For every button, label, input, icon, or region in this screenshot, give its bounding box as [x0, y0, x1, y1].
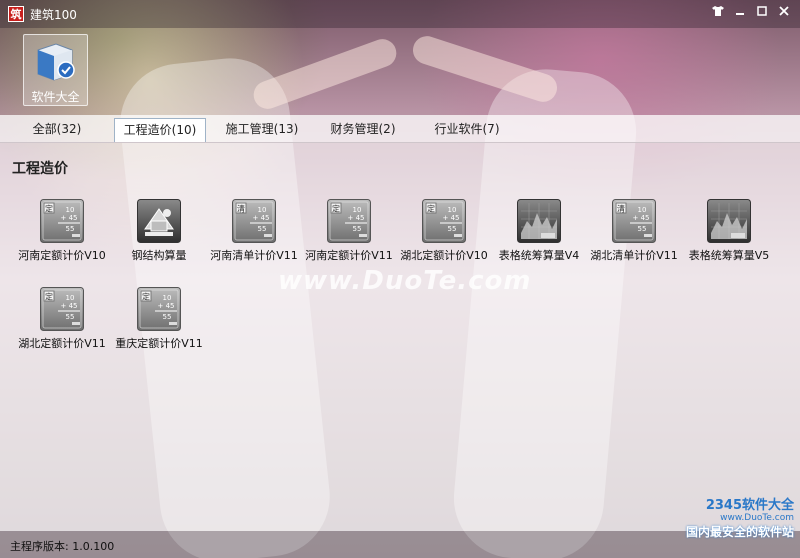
tab-construction-management[interactable]: 施工管理(13) — [220, 118, 304, 142]
app-item[interactable]: 定 10 + 45 55 重庆定额计价V11 — [111, 287, 207, 359]
svg-text:55: 55 — [66, 225, 75, 233]
bill-calculator-icon: 清 10 + 45 55 — [232, 199, 276, 243]
watermark-slogan: 国内最安全的软件站 — [685, 525, 794, 539]
maximize-icon[interactable] — [752, 4, 772, 22]
svg-text:+ 45: + 45 — [633, 214, 650, 222]
version-text: 主程序版本: 1.0.100 — [10, 540, 115, 553]
svg-text:清: 清 — [617, 204, 625, 214]
bill-calculator-icon: 清 10 + 45 55 — [612, 199, 656, 243]
app-item[interactable]: 表格统筹算量V5 — [681, 199, 777, 271]
svg-text:清: 清 — [237, 204, 245, 214]
svg-text:定: 定 — [427, 204, 435, 214]
watermark-brand: 2345软件大全 — [705, 498, 794, 513]
svg-text:+ 45: + 45 — [253, 214, 270, 222]
app-item[interactable]: 表格统筹算量V4 — [491, 199, 587, 271]
steel-structure-icon — [137, 199, 181, 243]
app-item[interactable]: 钢结构算量 — [111, 199, 207, 271]
section-title: 工程造价 — [12, 161, 68, 177]
svg-text:+ 45: + 45 — [443, 214, 460, 222]
software-library-button[interactable]: 软件大全 — [23, 34, 88, 106]
svg-text:定: 定 — [332, 204, 340, 214]
svg-text:55: 55 — [638, 225, 647, 233]
svg-text:10: 10 — [638, 206, 647, 214]
watermark-center: www.DuoTe.com — [278, 266, 532, 296]
watermark-corner: 2345软件大全 www.DuoTe.com 国内最安全的软件站 — [686, 494, 794, 540]
app-label: 重庆定额计价V11 — [115, 337, 203, 350]
svg-text:10: 10 — [66, 206, 75, 214]
quota-calculator-icon: 定 10 + 45 55 — [40, 199, 84, 243]
chart-table-icon — [517, 199, 561, 243]
app-label: 湖北定额计价V11 — [18, 337, 106, 350]
svg-text:55: 55 — [66, 313, 75, 321]
chart-table-icon — [707, 199, 751, 243]
quota-calculator-icon: 定 10 + 45 55 — [422, 199, 466, 243]
app-label: 河南定额计价V10 — [18, 249, 106, 262]
title-bar[interactable]: 筑 建筑100 — [0, 0, 800, 28]
svg-text:定: 定 — [45, 292, 53, 302]
svg-text:10: 10 — [353, 206, 362, 214]
app-label: 表格统筹算量V5 — [688, 249, 770, 262]
tab-financial-management[interactable]: 财务管理(2) — [323, 118, 403, 142]
category-tabs: 全部(32) 工程造价(10) 施工管理(13) 财务管理(2) 行业软件(7) — [0, 115, 800, 143]
svg-text:+ 45: + 45 — [61, 302, 78, 310]
watermark-url: www.DuoTe.com — [720, 513, 794, 523]
svg-text:+ 45: + 45 — [158, 302, 175, 310]
window-title: 建筑100 — [30, 7, 77, 22]
svg-text:定: 定 — [142, 292, 150, 302]
app-item[interactable]: 定 10 + 45 55 河南定额计价V11 — [301, 199, 397, 271]
quota-calculator-icon: 定 10 + 45 55 — [327, 199, 371, 243]
svg-text:10: 10 — [163, 294, 172, 302]
minimize-icon[interactable] — [730, 4, 750, 22]
window-controls — [708, 4, 794, 22]
svg-text:55: 55 — [258, 225, 267, 233]
svg-text:10: 10 — [448, 206, 457, 214]
svg-text:55: 55 — [448, 225, 457, 233]
app-logo-icon: 筑 — [8, 6, 24, 22]
tab-cost-estimation[interactable]: 工程造价(10) — [114, 118, 206, 142]
svg-text:55: 55 — [353, 225, 362, 233]
app-item[interactable]: 定 10 + 45 55 河南定额计价V10 — [14, 199, 110, 271]
svg-text:55: 55 — [163, 313, 172, 321]
app-item[interactable]: 清 10 + 45 55 河南清单计价V11 — [206, 199, 302, 271]
app-item[interactable]: 定 10 + 45 55 湖北定额计价V11 — [14, 287, 110, 359]
tab-all[interactable]: 全部(32) — [22, 118, 92, 142]
software-library-label: 软件大全 — [31, 90, 80, 104]
svg-text:+ 45: + 45 — [348, 214, 365, 222]
quota-calculator-icon: 定 10 + 45 55 — [40, 287, 84, 331]
status-bar: 主程序版本: 1.0.100 — [0, 531, 800, 558]
quota-calculator-icon: 定 10 + 45 55 — [137, 287, 181, 331]
app-item[interactable]: 定 10 + 45 55 湖北定额计价V10 — [396, 199, 492, 271]
tab-industry-software[interactable]: 行业软件(7) — [425, 118, 509, 142]
svg-text:+ 45: + 45 — [61, 214, 78, 222]
skin-icon[interactable] — [708, 4, 728, 22]
app-item[interactable]: 清 10 + 45 55 湖北清单计价V11 — [586, 199, 682, 271]
software-box-icon — [34, 40, 78, 82]
svg-text:10: 10 — [258, 206, 267, 214]
close-icon[interactable] — [774, 4, 794, 22]
background-arm — [249, 35, 401, 113]
svg-text:10: 10 — [66, 294, 75, 302]
svg-text:定: 定 — [45, 204, 53, 214]
